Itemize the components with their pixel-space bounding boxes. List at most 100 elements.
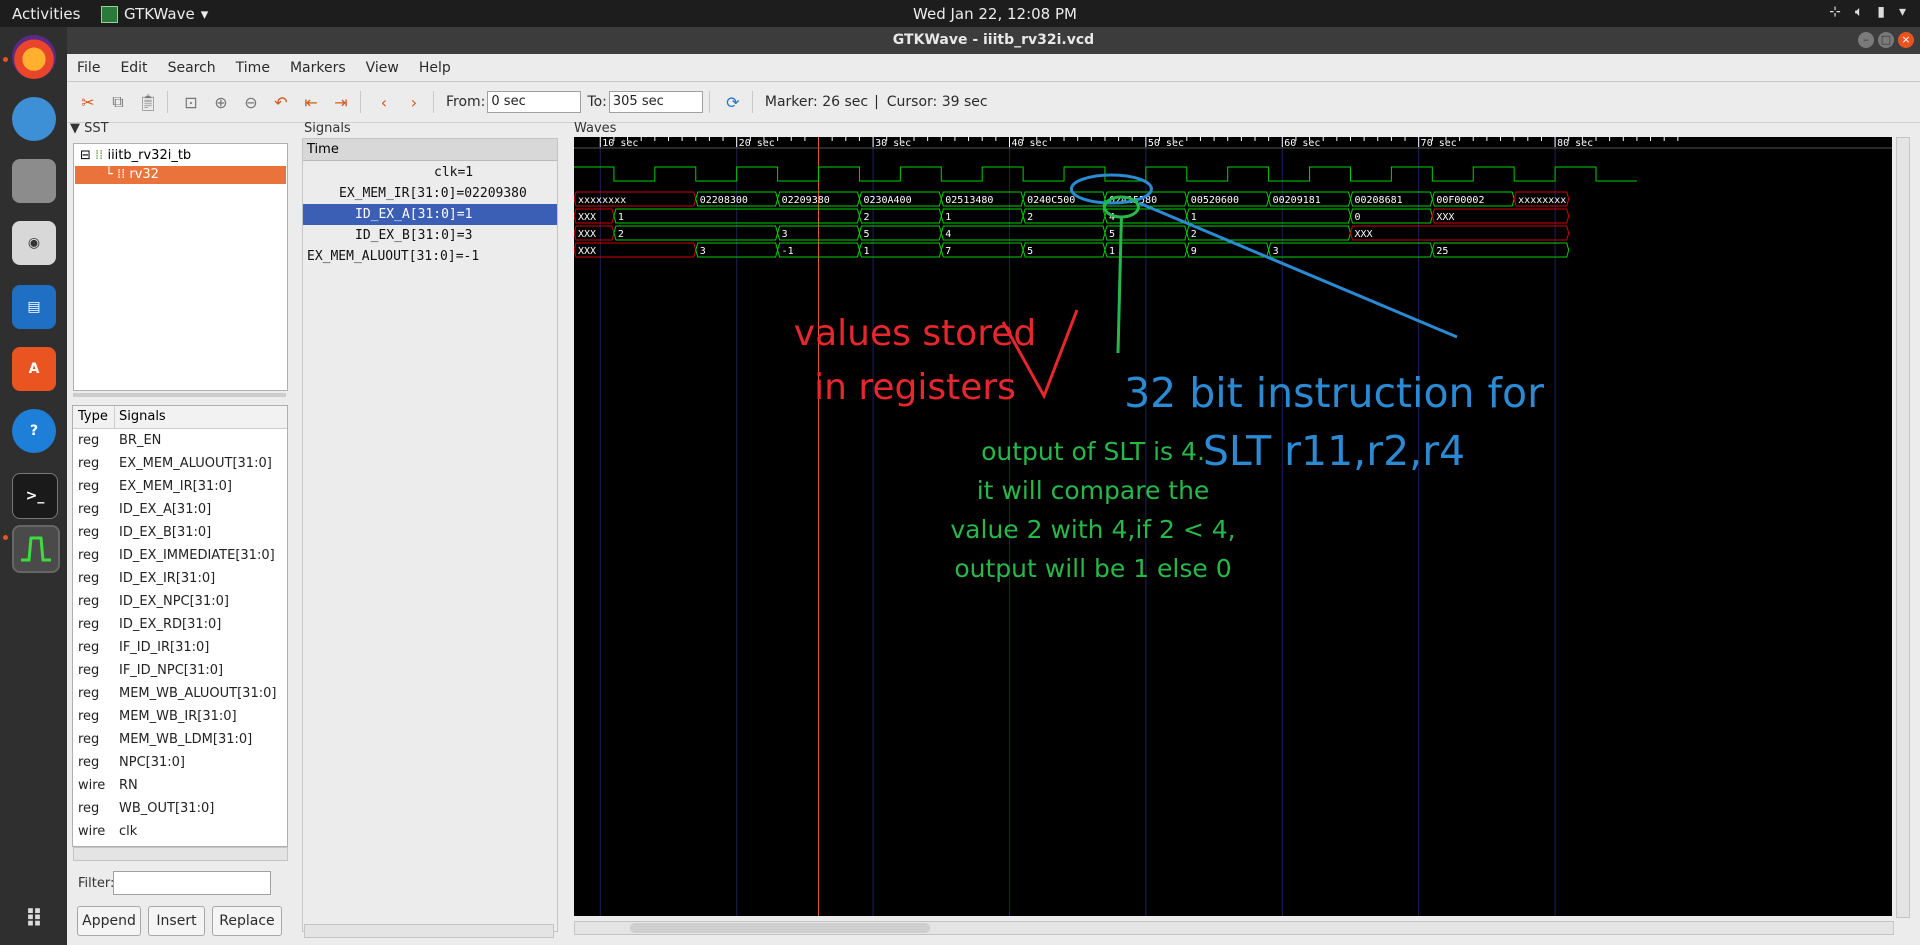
table-row[interactable]: reg ID_EX_IR[31:0] — [73, 567, 287, 590]
table-row[interactable]: wire clk — [73, 820, 287, 843]
append-button[interactable]: Append — [77, 906, 141, 936]
menu-edit[interactable]: Edit — [110, 60, 157, 76]
app-menu[interactable]: GTKWave ▾ — [101, 5, 208, 23]
table-row[interactable]: reg NPC[31:0] — [73, 751, 287, 774]
tree-item-rv32[interactable]: └ ⁞⁞ rv32 — [75, 166, 286, 184]
find-next-edge-icon[interactable]: › — [401, 89, 427, 115]
to-time-input[interactable]: 305 sec — [608, 91, 703, 113]
system-tray[interactable]: ⊹ 🔈︎ ▮ ▾ — [1829, 4, 1906, 20]
column-header-signals[interactable]: Signals — [114, 406, 166, 428]
collapse-triangle-icon[interactable]: ▼ — [70, 121, 80, 136]
signal-list-scrollbar[interactable] — [73, 847, 288, 861]
sst-header[interactable]: ▼ SST — [70, 121, 109, 136]
signal-type: reg — [78, 594, 100, 609]
software-center-icon[interactable]: A — [12, 347, 56, 391]
scrollbar-thumb[interactable] — [630, 923, 930, 933]
rhythmbox-icon[interactable]: ◉ — [12, 221, 56, 265]
table-row[interactable]: reg ID_EX_A[31:0] — [73, 498, 287, 521]
waves-vertical-scrollbar[interactable] — [1896, 137, 1910, 918]
table-row[interactable]: reg ID_EX_NPC[31:0] — [73, 590, 287, 613]
help-icon[interactable]: ? — [12, 409, 56, 453]
maximize-button[interactable]: □ — [1878, 32, 1894, 48]
find-prev-edge-icon[interactable]: ‹ — [371, 89, 397, 115]
cut-icon[interactable]: ✂ — [75, 89, 101, 115]
tree-item-tb[interactable]: ⊟ ⁞⁞ iiitb_rv32i_tb — [80, 147, 280, 165]
zoom-to-end-icon[interactable]: ⇥ — [328, 89, 354, 115]
waves-horizontal-scrollbar[interactable] — [574, 921, 1894, 935]
table-row[interactable]: reg BR_EN — [73, 429, 287, 452]
volume-icon[interactable]: 🔈︎ — [1855, 4, 1863, 20]
expander-minus-icon[interactable]: ⊟ — [80, 148, 91, 163]
app-menu-label: GTKWave — [124, 5, 195, 23]
signal-row-ex-mem-aluout[interactable]: EX_MEM_ALUOUT[31:0]=-1 — [303, 246, 557, 267]
table-row[interactable]: reg MEM_WB_LDM[31:0] — [73, 728, 287, 751]
signal-row-clk[interactable]: clk=1 — [303, 162, 557, 183]
table-row[interactable]: reg EX_MEM_IR[31:0] — [73, 475, 287, 498]
wave-display[interactable]: 10 sec 20 sec 30 sec 40 sec 50 sec 60 sec 70 s… — [574, 137, 1892, 916]
zoom-out-icon[interactable]: ⊖ — [238, 89, 264, 115]
close-button[interactable]: × — [1898, 32, 1914, 48]
bus-value-label: XXX — [578, 246, 596, 257]
menu-time[interactable]: Time — [226, 60, 280, 76]
zoom-in-icon[interactable]: ⊕ — [208, 89, 234, 115]
undo-zoom-icon[interactable]: ↶ — [268, 89, 294, 115]
table-row[interactable]: reg WB_OUT[31:0] — [73, 797, 287, 820]
signal-type: reg — [78, 617, 100, 632]
replace-button[interactable]: Replace — [212, 906, 282, 936]
table-row[interactable]: reg EX_MEM_ALUOUT[31:0] — [73, 452, 287, 475]
copy-icon[interactable]: ⧉ — [105, 89, 131, 115]
bus-segment — [1186, 208, 1351, 224]
time-row[interactable]: Time — [303, 139, 557, 161]
reload-icon[interactable]: ⟳ — [720, 89, 746, 115]
dock: ◉ ▤ A ? >_ ⠿ — [0, 27, 68, 945]
paste-icon[interactable]: 📋︎ — [135, 89, 161, 115]
table-row[interactable]: reg ID_EX_IMMEDIATE[31:0] — [73, 544, 287, 567]
waveform-canvas[interactable]: 10 sec 20 sec 30 sec 40 sec 50 sec 60 sec 70 s… — [574, 137, 1892, 916]
gtkwave-dock-icon[interactable] — [12, 525, 60, 573]
signals-pane-scrollbar[interactable] — [304, 924, 554, 938]
thunderbird-icon[interactable] — [12, 97, 56, 141]
table-row[interactable]: reg MEM_WB_IR[31:0] — [73, 705, 287, 728]
firefox-icon[interactable] — [12, 35, 56, 79]
table-row[interactable]: reg ID_EX_RD[31:0] — [73, 613, 287, 636]
table-row[interactable]: reg IF_ID_NPC[31:0] — [73, 659, 287, 682]
filter-input[interactable] — [113, 871, 271, 895]
from-time-input[interactable]: 0 sec — [487, 91, 582, 113]
table-row[interactable]: reg ID_EX_B[31:0] — [73, 521, 287, 544]
insert-button[interactable]: Insert — [148, 906, 205, 936]
bus-value-label: 0 — [1354, 212, 1360, 223]
column-header-type[interactable]: Type — [78, 406, 108, 428]
bus-value-label: 2 — [1027, 212, 1033, 223]
chevron-down-icon[interactable]: ▾ — [1899, 4, 1906, 20]
menu-file[interactable]: File — [67, 60, 110, 76]
battery-icon[interactable]: ▮ — [1877, 4, 1885, 20]
signal-row-id-ex-a[interactable]: ID_EX_A[31:0]=1 — [303, 204, 557, 225]
zoom-to-start-icon[interactable]: ⇤ — [298, 89, 324, 115]
menu-search[interactable]: Search — [158, 60, 226, 76]
writer-icon[interactable]: ▤ — [12, 285, 56, 329]
activities-button[interactable]: Activities — [12, 5, 80, 23]
bus-value-label: 1 — [945, 212, 951, 223]
clock[interactable]: Wed Jan 22, 12:08 PM — [900, 5, 1090, 23]
signal-row-id-ex-b[interactable]: ID_EX_B[31:0]=3 — [303, 225, 557, 246]
show-apps-icon[interactable]: ⠿ — [12, 897, 56, 941]
sst-tree[interactable]: ⊟ ⁞⁞ iiitb_rv32i_tb └ ⁞⁞ rv32 — [73, 143, 288, 391]
menu-markers[interactable]: Markers — [280, 60, 356, 76]
annotation-arrow-green — [1116, 216, 1123, 354]
table-row[interactable]: reg IF_ID_IR[31:0] — [73, 636, 287, 659]
table-row[interactable]: reg MEM_WB_ALUOUT[31:0] — [73, 682, 287, 705]
minimize-button[interactable]: – — [1858, 32, 1874, 48]
time-tick-label: 60 sec — [1284, 138, 1320, 149]
table-row[interactable]: wire RN — [73, 774, 287, 797]
menu-view[interactable]: View — [356, 60, 409, 76]
signal-name: ID_EX_IMMEDIATE[31:0] — [119, 548, 275, 563]
pane-splitter[interactable] — [73, 393, 286, 397]
menu-help[interactable]: Help — [409, 60, 461, 76]
network-icon[interactable]: ⊹ — [1829, 4, 1841, 20]
files-icon[interactable] — [12, 159, 56, 203]
signal-name: IF_ID_NPC[31:0] — [119, 663, 224, 678]
signal-row-ex-mem-ir[interactable]: EX_MEM_IR[31:0]=02209380 — [303, 183, 557, 204]
zoom-fit-icon[interactable]: ⊡ — [178, 89, 204, 115]
terminal-icon[interactable]: >_ — [12, 473, 58, 519]
bus-value-label: 1 — [1109, 246, 1115, 257]
